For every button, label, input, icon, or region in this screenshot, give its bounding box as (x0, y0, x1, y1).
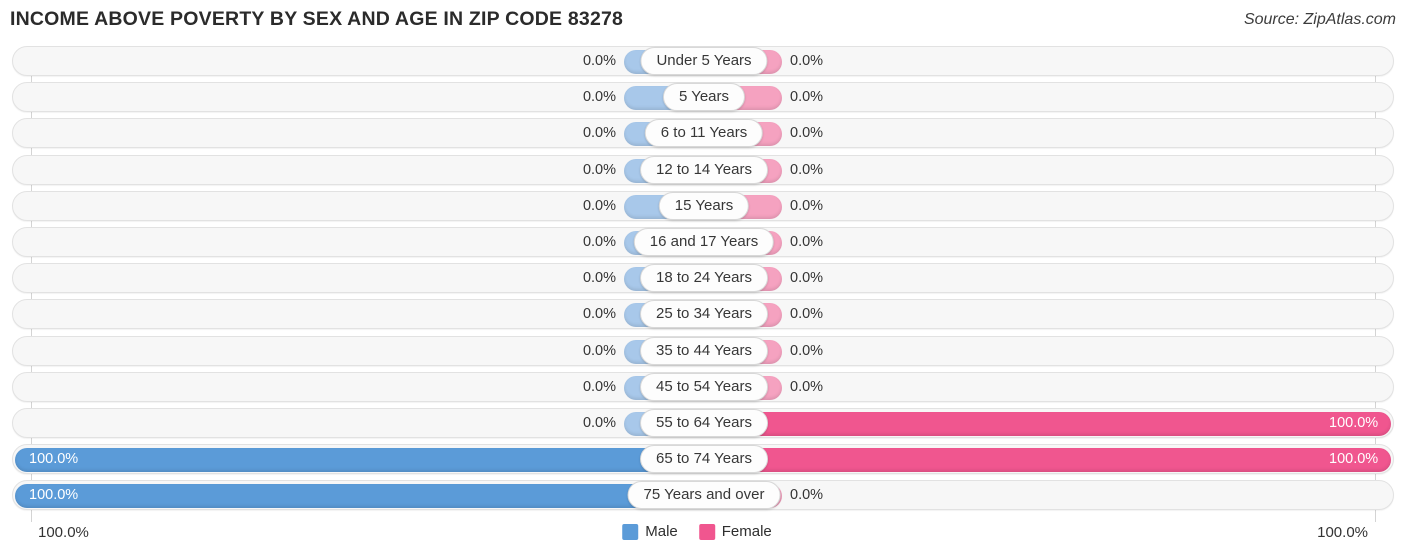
bar-row: 0.0% 0.0% 18 to 24 Years (0, 263, 1406, 294)
category-label: 25 to 34 Years (640, 300, 768, 329)
bar-row: 0.0% 0.0% 15 Years (0, 190, 1406, 221)
bar-row: 0.0% 0.0% 12 to 14 Years (0, 154, 1406, 185)
page-title: INCOME ABOVE POVERTY BY SEX AND AGE IN Z… (10, 8, 624, 30)
category-label: 5 Years (662, 83, 746, 112)
category-label: 55 to 64 Years (640, 408, 768, 437)
row-track: 0.0% 100.0% 55 to 64 Years (12, 407, 1394, 438)
axis-max-right: 100.0% (1317, 524, 1368, 541)
value-male: 100.0% (29, 487, 79, 504)
bar-female[interactable] (704, 411, 1391, 436)
row-track: 0.0% 0.0% 12 to 14 Years (12, 154, 1394, 185)
row-track: 0.0% 0.0% 6 to 11 Years (12, 118, 1394, 149)
bar-row: 0.0% 100.0% 55 to 64 Years (0, 407, 1406, 438)
row-track: 0.0% 0.0% 25 to 34 Years (12, 299, 1394, 330)
category-label: 12 to 14 Years (640, 155, 768, 184)
value-male: 0.0% (582, 89, 616, 106)
value-male: 0.0% (582, 342, 616, 359)
category-label: 35 to 44 Years (640, 336, 768, 365)
bar-row: 0.0% 0.0% 16 and 17 Years (0, 226, 1406, 257)
value-female: 0.0% (790, 270, 824, 287)
legend-item-male[interactable]: Male (622, 523, 678, 540)
legend-swatch-male-icon (622, 523, 639, 540)
value-female: 0.0% (790, 89, 824, 106)
row-track: 100.0% 100.0% 65 to 74 Years (12, 444, 1394, 475)
chart-footer: 100.0% 100.0% Male Female (0, 521, 1406, 551)
value-female: 0.0% (790, 487, 824, 504)
value-female: 100.0% (1329, 451, 1379, 468)
value-female: 0.0% (790, 342, 824, 359)
category-label: 18 to 24 Years (640, 264, 768, 293)
bar-male[interactable] (15, 484, 702, 509)
value-male: 0.0% (582, 414, 616, 431)
value-male: 0.0% (582, 161, 616, 178)
value-female: 0.0% (790, 125, 824, 142)
chart-plot-area: 0.0% 0.0% Under 5 Years 0.0% 0.0% 5 Years 0.0%… (0, 46, 1406, 522)
bar-row: 0.0% 0.0% 35 to 44 Years (0, 335, 1406, 366)
value-male: 0.0% (582, 125, 616, 142)
row-track: 100.0% 0.0% 75 Years and over (12, 480, 1394, 511)
bar-row: 0.0% 0.0% 25 to 34 Years (0, 299, 1406, 330)
axis-max-left: 100.0% (38, 524, 89, 541)
value-male: 100.0% (29, 451, 79, 468)
row-track: 0.0% 0.0% Under 5 Years (12, 46, 1394, 76)
category-label: 16 and 17 Years (633, 227, 775, 256)
bar-row: 100.0% 100.0% 65 to 74 Years (0, 444, 1406, 475)
legend-label-male: Male (645, 523, 678, 540)
row-track: 0.0% 0.0% 5 Years (12, 82, 1394, 113)
value-female: 0.0% (790, 53, 824, 69)
row-track: 0.0% 0.0% 35 to 44 Years (12, 335, 1394, 366)
bar-row: 0.0% 0.0% 5 Years (0, 82, 1406, 113)
category-label: 6 to 11 Years (644, 119, 764, 148)
bar-row: 100.0% 0.0% 75 Years and over (0, 480, 1406, 511)
row-track: 0.0% 0.0% 45 to 54 Years (12, 371, 1394, 402)
category-label: 45 to 54 Years (640, 372, 768, 401)
row-track: 0.0% 0.0% 18 to 24 Years (12, 263, 1394, 294)
source-attribution: Source: ZipAtlas.com (1243, 11, 1396, 28)
value-male: 0.0% (582, 197, 616, 214)
category-label: 75 Years and over (627, 481, 781, 510)
value-female: 100.0% (1329, 414, 1379, 431)
legend-item-female[interactable]: Female (698, 523, 772, 540)
legend-swatch-female-icon (698, 523, 715, 540)
bar-female[interactable] (704, 448, 1391, 473)
bar-row: 0.0% 0.0% 6 to 11 Years (0, 118, 1406, 149)
value-male: 0.0% (582, 270, 616, 287)
value-female: 0.0% (790, 233, 824, 250)
row-track: 0.0% 0.0% 15 Years (12, 190, 1394, 221)
bar-male[interactable] (15, 448, 702, 473)
value-female: 0.0% (790, 161, 824, 178)
bar-rows: 0.0% 0.0% Under 5 Years 0.0% 0.0% 5 Years 0.0%… (0, 46, 1406, 516)
bar-row: 0.0% 0.0% Under 5 Years (0, 46, 1406, 76)
category-label: 65 to 74 Years (640, 445, 768, 474)
row-track: 0.0% 0.0% 16 and 17 Years (12, 226, 1394, 257)
category-label: 15 Years (658, 191, 750, 220)
chart-header: INCOME ABOVE POVERTY BY SEX AND AGE IN Z… (0, 0, 1406, 42)
value-male: 0.0% (582, 53, 616, 69)
category-label: Under 5 Years (640, 47, 768, 75)
value-male: 0.0% (582, 378, 616, 395)
value-female: 0.0% (790, 306, 824, 323)
value-male: 0.0% (582, 306, 616, 323)
bar-row: 0.0% 0.0% 45 to 54 Years (0, 371, 1406, 402)
legend-label-female: Female (721, 523, 772, 540)
chart-page: INCOME ABOVE POVERTY BY SEX AND AGE IN Z… (0, 0, 1406, 559)
value-female: 0.0% (790, 378, 824, 395)
value-female: 0.0% (790, 197, 824, 214)
value-male: 0.0% (582, 233, 616, 250)
legend: Male Female (622, 523, 784, 540)
